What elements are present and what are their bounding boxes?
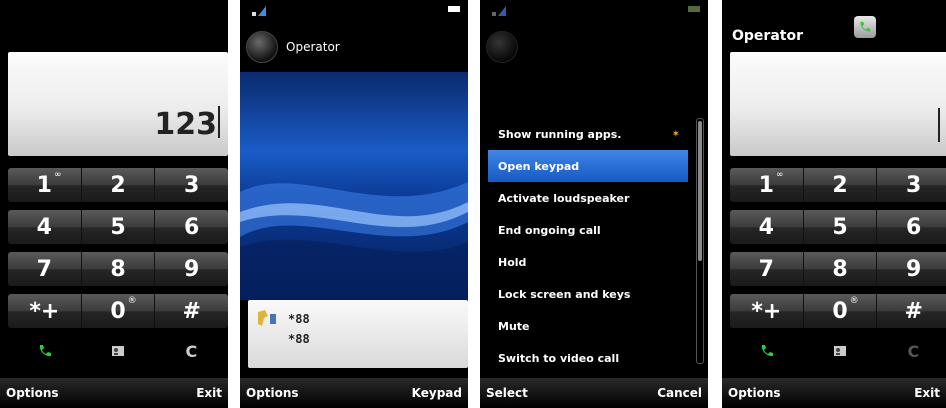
dialer-function-row: C [730, 334, 946, 368]
key-hash[interactable]: # [877, 294, 946, 328]
key-7[interactable]: 7 [730, 252, 804, 286]
call-number-1: *88 [288, 312, 310, 326]
text-cursor [938, 108, 940, 142]
dialer-function-row: C [8, 334, 228, 368]
text-cursor [218, 106, 220, 138]
key-5[interactable]: 5 [804, 210, 878, 244]
phone-green-icon [761, 345, 773, 357]
menu-item-activate-loudspeaker[interactable]: Activate loudspeaker [488, 182, 688, 214]
keypad-row: 7 8 9 [730, 252, 946, 286]
keypad: 1 ∞ 2 3 4 5 6 7 8 9 *+ 0 ® # [8, 168, 228, 336]
contacts-button[interactable] [81, 334, 154, 368]
exit-softkey[interactable]: Exit [196, 386, 222, 400]
keypad-row: *+ 0 ® # [730, 294, 946, 328]
keypad-row: 1 ∞ 2 3 [730, 168, 946, 202]
key-7[interactable]: 7 [8, 252, 82, 286]
operator-header [486, 28, 518, 66]
key-star-plus[interactable]: *+ [8, 294, 82, 328]
options-menu: Show running apps. ✶ Open keypad Activate… [488, 118, 688, 374]
keypad-row: 4 5 6 [730, 210, 946, 244]
status-bar [240, 0, 468, 30]
options-menu-screen: Show running apps. ✶ Open keypad Activate… [480, 0, 708, 408]
scrollbar-thumb[interactable] [698, 121, 702, 261]
number-display[interactable]: 123 [8, 52, 228, 156]
call-number-2: *88 [288, 332, 310, 346]
in-call-keypad-screen: Operator 1 ∞ 2 3 4 5 6 7 8 9 *+ 0 ® # C … [722, 0, 946, 408]
key-8[interactable]: 8 [82, 252, 156, 286]
clock-icon [486, 31, 518, 63]
clock-icon [246, 31, 278, 63]
softkey-bar: Select Cancel [480, 378, 708, 408]
call-button[interactable] [8, 334, 81, 368]
clear-button[interactable]: C [155, 334, 228, 368]
call-button[interactable] [730, 334, 803, 368]
call-status-icon [854, 16, 876, 38]
star-icon: ✶ [671, 128, 680, 140]
status-bar [480, 0, 708, 30]
menu-item-lock-screen-and-keys[interactable]: Lock screen and keys [488, 278, 688, 310]
contact-card-icon [111, 346, 124, 356]
keypad-row: *+ 0 ® # [8, 294, 228, 328]
keypad-row: 4 5 6 [8, 210, 228, 244]
menu-item-end-ongoing-call[interactable]: End ongoing call [488, 214, 688, 246]
key-2[interactable]: 2 [804, 168, 878, 202]
key-0[interactable]: 0 ® [804, 294, 878, 328]
wave-graphic [240, 182, 468, 300]
key-5[interactable]: 5 [82, 210, 156, 244]
key-3[interactable]: 3 [877, 168, 946, 202]
battery-icon [448, 6, 460, 12]
keypad-row: 1 ∞ 2 3 [8, 168, 228, 202]
menu-scrollbar[interactable] [696, 118, 704, 364]
options-softkey[interactable]: Options [728, 386, 781, 400]
contact-card-icon [833, 346, 846, 356]
key-6[interactable]: 6 [155, 210, 228, 244]
softkey-bar: Options Exit [722, 378, 946, 408]
signal-icon [252, 6, 266, 16]
operator-header: Operator [246, 28, 340, 66]
options-softkey[interactable]: Options [246, 386, 299, 400]
key-star-plus[interactable]: *+ [730, 294, 804, 328]
clear-button[interactable]: C [877, 334, 946, 368]
select-softkey[interactable]: Select [486, 386, 528, 400]
key-9[interactable]: 9 [155, 252, 228, 286]
key-4[interactable]: 4 [8, 210, 82, 244]
battery-icon [688, 6, 700, 12]
key-4[interactable]: 4 [730, 210, 804, 244]
key-1[interactable]: 1 ∞ [730, 168, 804, 202]
keypad-softkey[interactable]: Keypad [412, 386, 462, 400]
call-handset-icon [258, 310, 276, 326]
in-call-screen: Operator *88 *88 Options Keypad [240, 0, 468, 408]
exit-softkey[interactable]: Exit [914, 386, 940, 400]
cancel-softkey[interactable]: Cancel [657, 386, 702, 400]
signal-icon [492, 6, 506, 16]
phone-green-icon [860, 21, 871, 32]
options-softkey[interactable]: Options [6, 386, 59, 400]
menu-item-open-keypad[interactable]: Open keypad [488, 150, 688, 182]
operator-name: Operator [286, 40, 340, 54]
wallpaper [240, 72, 468, 300]
dialer-screen: 123 1 ∞ 2 3 4 5 6 7 8 9 *+ 0 ® # C Optio… [0, 0, 228, 408]
number-display[interactable] [730, 52, 946, 156]
keypad-row: 7 8 9 [8, 252, 228, 286]
softkey-bar: Options Exit [0, 378, 228, 408]
key-0[interactable]: 0 ® [82, 294, 156, 328]
menu-item-show-running-apps[interactable]: Show running apps. ✶ [488, 118, 688, 150]
key-2[interactable]: 2 [82, 168, 156, 202]
key-hash[interactable]: # [155, 294, 228, 328]
softkey-bar: Options Keypad [240, 378, 468, 408]
key-8[interactable]: 8 [804, 252, 878, 286]
contacts-button[interactable] [803, 334, 876, 368]
operator-name: Operator [732, 28, 803, 44]
menu-item-mute[interactable]: Mute [488, 310, 688, 342]
menu-item-switch-to-video-call[interactable]: Switch to video call [488, 342, 688, 374]
display-number: 123 [154, 107, 217, 142]
keypad: 1 ∞ 2 3 4 5 6 7 8 9 *+ 0 ® # [730, 168, 946, 336]
key-3[interactable]: 3 [155, 168, 228, 202]
active-call-panel[interactable]: *88 *88 [248, 300, 468, 368]
phone-green-icon [39, 345, 51, 357]
menu-item-hold[interactable]: Hold [488, 246, 688, 278]
key-6[interactable]: 6 [877, 210, 946, 244]
key-1[interactable]: 1 ∞ [8, 168, 82, 202]
key-9[interactable]: 9 [877, 252, 946, 286]
